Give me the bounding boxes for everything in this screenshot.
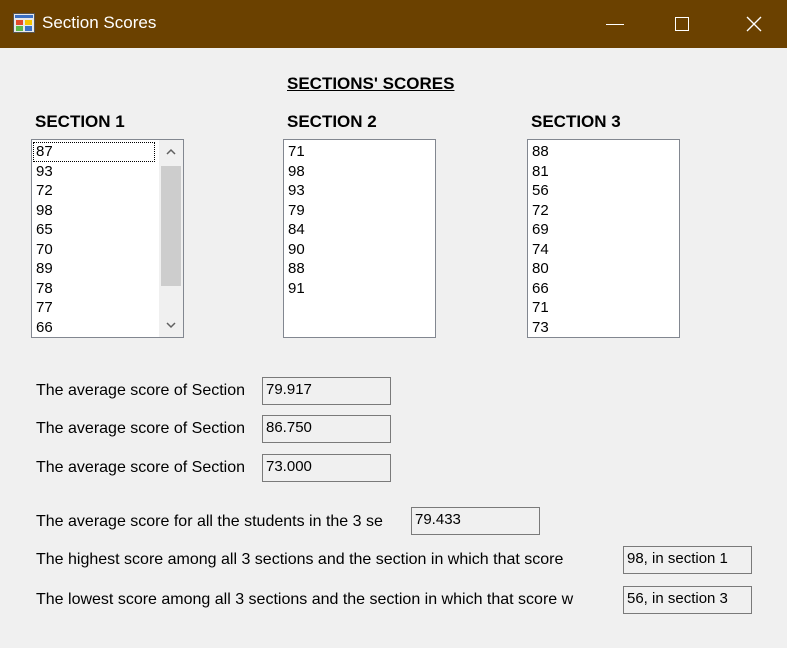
list-item[interactable]: 66 (529, 279, 678, 299)
list-item[interactable]: 87 (33, 142, 155, 162)
section-3-label: SECTION 3 (531, 112, 621, 131)
highest-score-label: The highest score among all 3 sections a… (36, 551, 564, 568)
list-item[interactable]: 66 (33, 318, 158, 338)
list-item[interactable]: 88 (529, 142, 678, 162)
list-item[interactable]: 65 (33, 220, 158, 240)
list-item[interactable]: 77 (33, 298, 158, 318)
scroll-up-button[interactable] (159, 140, 183, 164)
list-item[interactable]: 84 (285, 220, 434, 240)
title-bar[interactable]: Section Scores (0, 0, 787, 48)
list-item[interactable]: 74 (529, 240, 678, 260)
list-item[interactable]: 71 (529, 298, 678, 318)
avg-section-2-label: The average score of Section (36, 420, 246, 437)
list-item[interactable]: 93 (285, 181, 434, 201)
list-item[interactable]: 89 (33, 259, 158, 279)
list-item[interactable]: 72 (529, 201, 678, 221)
avg-section-3-output[interactable]: 73.000 (262, 454, 391, 482)
minimize-icon (606, 24, 624, 25)
close-button[interactable] (724, 0, 784, 48)
overall-average-output[interactable]: 79.433 (411, 507, 540, 535)
avg-section-2-output[interactable]: 86.750 (262, 415, 391, 443)
list-item[interactable]: 78 (33, 279, 158, 299)
list-item[interactable]: 71 (285, 142, 434, 162)
maximize-button[interactable] (652, 0, 712, 48)
list-item[interactable]: 73 (529, 318, 678, 338)
list-item[interactable]: 56 (529, 181, 678, 201)
list-item[interactable]: 88 (285, 259, 434, 279)
list-item[interactable]: 69 (529, 220, 678, 240)
lowest-score-label: The lowest score among all 3 sections an… (36, 591, 574, 608)
close-icon (746, 16, 762, 32)
list-item[interactable]: 98 (33, 201, 158, 221)
scroll-down-button[interactable] (159, 313, 183, 337)
list-item[interactable]: 93 (33, 162, 158, 182)
scroll-thumb[interactable] (161, 166, 181, 286)
avg-section-1-output[interactable]: 79.917 (262, 377, 391, 405)
avg-section-1-label: The average score of Section (36, 382, 246, 399)
list-item[interactable]: 90 (285, 240, 434, 260)
list-item[interactable]: 81 (529, 162, 678, 182)
list-item[interactable]: 80 (529, 259, 678, 279)
page-title: SECTIONS' SCORES (287, 74, 455, 93)
scroll-up-icon (166, 148, 176, 155)
list-item[interactable]: 70 (33, 240, 158, 260)
list-item[interactable]: 72 (33, 181, 158, 201)
list-item[interactable]: 91 (285, 279, 434, 299)
avg-section-3-label: The average score of Section (36, 459, 246, 476)
vertical-scrollbar[interactable] (159, 140, 183, 337)
list-item[interactable]: 79 (285, 201, 434, 221)
section-2-listbox[interactable]: 71 98 93 79 84 90 88 91 (283, 139, 436, 338)
section-3-listbox[interactable]: 88 81 56 72 69 74 80 66 71 73 (527, 139, 680, 338)
list-item[interactable]: 98 (285, 162, 434, 182)
section-2-label: SECTION 2 (287, 112, 377, 131)
maximize-icon (675, 17, 689, 31)
section-1-listbox[interactable]: 87 93 72 98 65 70 89 78 77 66 (31, 139, 184, 338)
window-title: Section Scores (42, 13, 157, 32)
app-icon (13, 13, 35, 33)
overall-average-label: The average score for all the students i… (36, 513, 383, 530)
scroll-down-icon (166, 322, 176, 329)
highest-score-output[interactable]: 98, in section 1 (623, 546, 752, 574)
lowest-score-output[interactable]: 56, in section 3 (623, 586, 752, 614)
minimize-button[interactable] (585, 0, 645, 48)
section-1-label: SECTION 1 (35, 112, 125, 131)
